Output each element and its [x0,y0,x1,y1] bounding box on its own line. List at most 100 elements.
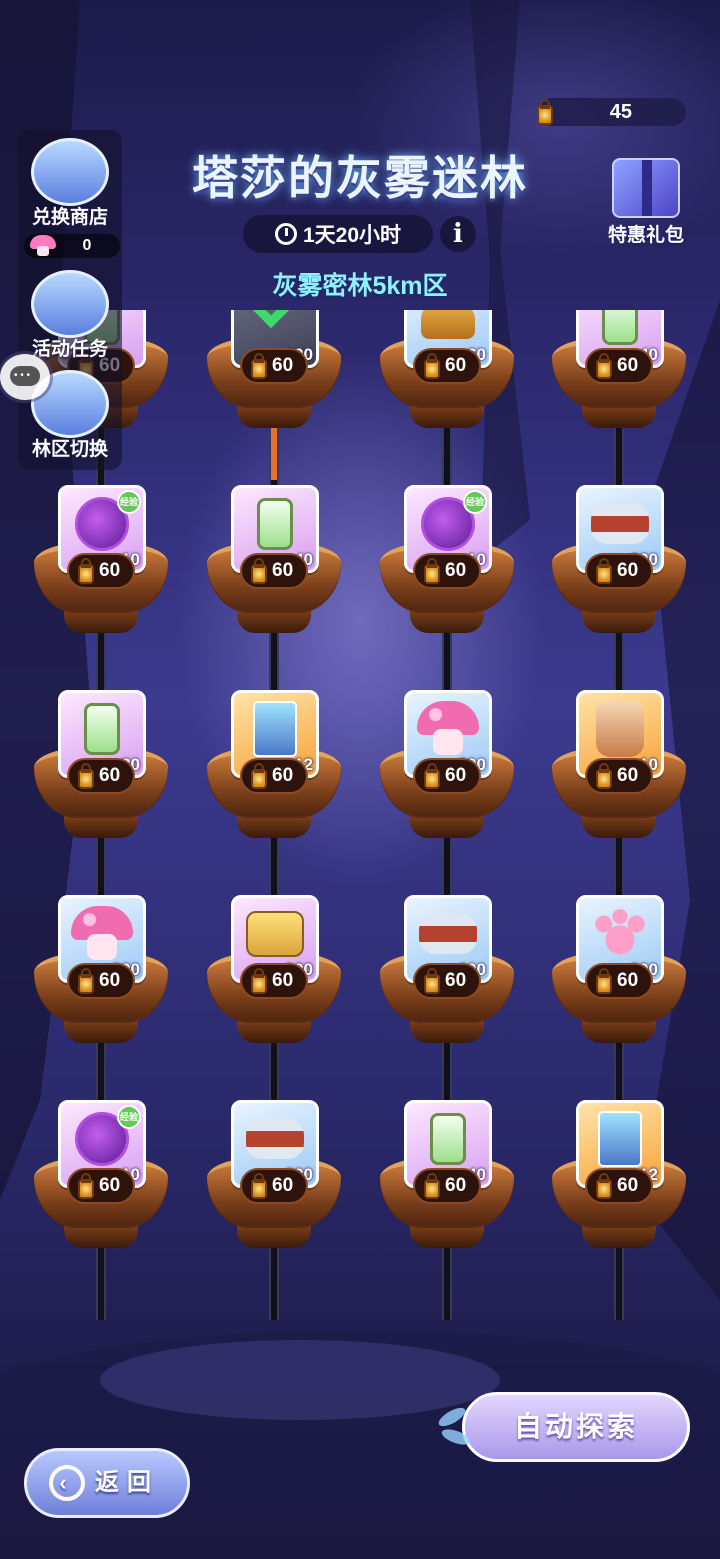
lantern-icon [593,353,612,379]
reward-node[interactable]: 60060 [552,485,686,655]
lantern-icon [75,1173,94,1199]
cost-value: 60 [272,765,294,786]
reward-node[interactable]: 30060 [207,310,341,450]
reward-node[interactable]: 经验1060 [34,1100,168,1270]
gift-pack-button[interactable]: 特惠礼包 [600,148,692,248]
explore-cost: 60 [413,348,481,384]
event-timer: 1天20小时 [243,215,433,253]
reward-node[interactable]: 6060 [380,310,514,450]
shop-token-count: 0 [24,234,120,258]
pedestal-base [410,816,484,838]
reward-node[interactable]: 4060 [207,485,341,655]
explore-cost: 60 [67,758,135,794]
explore-cost: 60 [585,963,653,999]
pedestal-base [64,611,138,633]
reward-node[interactable]: 经验1060 [34,485,168,655]
shop-icon [31,138,109,206]
reward-node[interactable]: 30060 [207,895,341,1065]
explore-cost: 60 [585,1168,653,1204]
scarf-icon [246,1119,304,1160]
clock-icon [274,223,297,245]
reward-node[interactable]: 1260 [207,690,341,860]
lantern-icon [248,353,267,379]
reward-node[interactable]: 4060 [380,1100,514,1270]
tasks-button[interactable]: 活动任务 [18,270,122,361]
cost-value: 60 [272,1175,294,1196]
cost-value: 60 [99,1175,121,1196]
lantern-icon [75,968,94,994]
cost-value: 60 [445,355,467,376]
pedestal-base [410,611,484,633]
lantern-icon [421,763,440,789]
explore-cost: 60 [585,758,653,794]
cost-value: 60 [445,765,467,786]
reward-node[interactable]: 60060 [207,1100,341,1270]
back-label: 返回 [95,1469,159,1496]
cost-value: 60 [272,355,294,376]
cost-value: 60 [99,560,121,581]
reward-node[interactable]: 60060 [380,690,514,860]
lantern-icon [593,968,612,994]
cost-value: 60 [617,970,639,991]
potion-bottle-icon [602,310,638,346]
timer-text: 1天20小时 [302,224,402,247]
lantern-icon [248,558,267,584]
exp-badge: 经验 [117,1105,141,1129]
checkmark-icon [249,310,303,329]
pedestal-base [582,1021,656,1043]
explore-cost: 60 [413,963,481,999]
zone-switch-label: 林区切换 [31,439,108,460]
shop-button[interactable]: 兑换商店 [18,138,122,229]
cost-value: 60 [445,1175,467,1196]
exp-badge: 经验 [463,490,487,514]
currency-value: 45 [609,101,632,123]
page-title: 塔莎的灰雾迷林 [192,152,528,204]
pedestal-base [64,816,138,838]
info-icon[interactable]: i [440,216,476,252]
reward-node[interactable]: 1060 [552,690,686,860]
explore-cost: 60 [67,1168,135,1204]
exp-badge: 经验 [117,490,141,514]
reward-node[interactable]: 4060 [552,310,686,450]
pedestal-base [237,406,311,428]
reward-node[interactable]: 60060 [380,895,514,1065]
reward-node[interactable]: 60060 [34,895,168,1065]
lantern-icon [75,763,94,789]
back-button[interactable]: ‹ 返回 [24,1448,190,1518]
lantern-icon [75,558,94,584]
zone-label: 灰雾密林5km区 [272,272,448,300]
explore-cost: 60 [585,553,653,589]
potion-bottle-icon [84,703,120,756]
pedestal-base [582,406,656,428]
potion-bottle-icon [430,1113,466,1166]
mushroom-token-icon [30,235,56,257]
gift-pack-label: 特惠礼包 [607,225,684,246]
mushroom-icon [417,701,479,757]
seed-bag-icon [596,701,644,758]
mushroom-icon [71,906,133,962]
chat-bubble-icon[interactable] [0,354,50,400]
lantern-icon [421,968,440,994]
auto-explore-button[interactable]: 自动探索 [436,1392,690,1462]
shop-label: 兑换商店 [31,207,108,228]
explore-cost: 60 [240,553,308,589]
pedestal-base [64,1021,138,1043]
reward-node[interactable]: 3060 [34,690,168,860]
reward-node[interactable]: 60060 [552,895,686,1065]
explore-cost: 60 [413,553,481,589]
reward-node[interactable]: 经验1060 [380,485,514,655]
character-card-icon [598,1111,642,1168]
pedestal-base [410,406,484,428]
back-arrow-icon: ‹ [49,1465,85,1501]
cost-value: 60 [272,970,294,991]
explore-cost: 60 [585,348,653,384]
leaf-decoration-icon [439,1426,473,1448]
lantern-icon [534,99,553,125]
shell-icon [421,310,475,340]
scarf-icon [591,504,649,545]
side-menu: 兑换商店 0 活动任务 林区切换 [18,130,122,470]
explore-cost: 60 [240,1168,308,1204]
reward-node[interactable]: 1260 [552,1100,686,1270]
pedestal-base [582,816,656,838]
bread-icon [246,911,304,958]
